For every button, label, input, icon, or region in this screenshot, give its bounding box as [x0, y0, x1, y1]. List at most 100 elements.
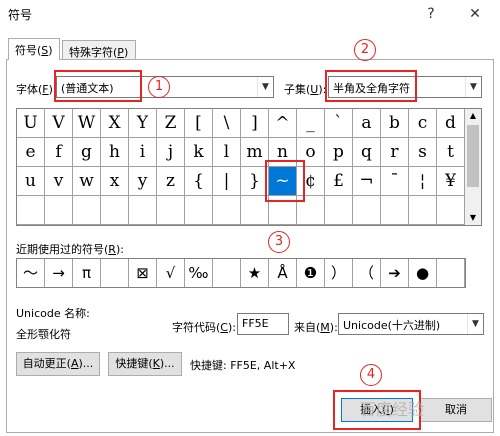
recent-symbol-cell[interactable]: ➔ — [381, 259, 409, 287]
symbol-cell[interactable]: £ — [325, 167, 353, 196]
symbol-cell[interactable]: [ — [185, 109, 213, 138]
close-icon[interactable]: ✕ — [464, 4, 486, 24]
symbol-cell[interactable]: a — [353, 109, 381, 138]
recent-symbol-cell[interactable]: ★ — [241, 259, 269, 287]
scroll-thumb[interactable] — [467, 125, 479, 187]
symbol-cell[interactable]: | — [213, 167, 241, 196]
annotation-box-selected — [265, 160, 305, 202]
symbol-cell[interactable]: V — [45, 109, 73, 138]
symbol-cell[interactable]: g — [73, 138, 101, 167]
annotation-circle-3: 3 — [268, 231, 290, 253]
from-label: 来自(M): — [294, 321, 338, 334]
recent-symbol-cell[interactable]: ） — [325, 259, 353, 287]
annotation-circle-1: 1 — [148, 76, 170, 98]
recent-symbols-row[interactable]: 〜 → π ⊠ √ ‰ ★ Å ❶）（➔ ● — [16, 258, 466, 288]
symbol-cell[interactable]: f — [45, 138, 73, 167]
recent-symbol-cell[interactable]: π — [73, 259, 101, 287]
symbol-cell[interactable]: ¥ — [437, 167, 465, 196]
symbol-cell[interactable]: X — [101, 109, 129, 138]
from-select-value: Unicode(十六进制) — [343, 319, 441, 332]
scroll-down-icon[interactable]: ▼ — [465, 211, 481, 225]
recent-symbol-cell[interactable]: ❶ — [297, 259, 325, 287]
recent-symbol-cell[interactable]: → — [45, 259, 73, 287]
symbol-cell[interactable]: c — [409, 109, 437, 138]
symbol-cell[interactable]: i — [129, 138, 157, 167]
recent-symbol-cell[interactable]: ‰ — [185, 259, 213, 287]
symbol-cell[interactable] — [17, 196, 45, 225]
chevron-down-icon[interactable]: ▼ — [465, 77, 481, 97]
symbol-grid[interactable]: U V W X Y Z[\] ^ _ ` a b c d e f g h i j k l m n o p q r s t u v w x y z{|… — [16, 108, 465, 226]
symbol-cell[interactable]: ¯ — [381, 167, 409, 196]
symbol-cell[interactable]: y — [129, 167, 157, 196]
cancel-button[interactable]: 取消 — [420, 398, 492, 422]
symbol-cell[interactable]: k — [185, 138, 213, 167]
symbol-cell[interactable]: ] — [241, 109, 269, 138]
chevron-down-icon[interactable]: ▼ — [467, 314, 483, 334]
recent-symbol-cell[interactable] — [101, 259, 129, 287]
symbol-cell[interactable]: r — [381, 138, 409, 167]
charcode-input[interactable]: FF5E — [237, 313, 289, 335]
symbol-cell[interactable]: Y — [129, 109, 157, 138]
symbol-cell[interactable] — [409, 196, 437, 225]
symbol-cell[interactable]: ^ — [269, 109, 297, 138]
symbol-cell[interactable]: \ — [213, 109, 241, 138]
symbol-cell[interactable]: v — [45, 167, 73, 196]
symbol-cell[interactable] — [353, 196, 381, 225]
help-button[interactable]: ? — [420, 4, 442, 24]
symbol-cell[interactable]: b — [381, 109, 409, 138]
symbol-cell[interactable]: j — [157, 138, 185, 167]
symbol-cell[interactable]: x — [101, 167, 129, 196]
symbol-cell[interactable]: w — [73, 167, 101, 196]
recent-symbol-cell[interactable]: Å — [269, 259, 297, 287]
symbol-cell[interactable]: ¬ — [353, 167, 381, 196]
symbol-cell[interactable]: ¦ — [409, 167, 437, 196]
symbol-cell[interactable] — [129, 196, 157, 225]
symbol-cell[interactable] — [325, 196, 353, 225]
tab-symbols[interactable]: 符号(S) — [8, 38, 60, 60]
symbol-cell[interactable]: t — [437, 138, 465, 167]
symbol-cell[interactable]: U — [17, 109, 45, 138]
recent-symbol-cell[interactable]: √ — [157, 259, 185, 287]
chevron-down-icon[interactable]: ▼ — [257, 77, 273, 97]
symbol-cell[interactable] — [213, 196, 241, 225]
subset-label: 子集(U): — [284, 83, 327, 96]
title-bar: 符号 ? ✕ — [0, 0, 500, 28]
annotation-box-1 — [54, 70, 142, 102]
symbol-cell[interactable]: _ — [297, 109, 325, 138]
recent-symbol-cell[interactable] — [437, 259, 465, 287]
recent-symbol-cell[interactable]: 〜 — [17, 259, 45, 287]
tab-special-characters[interactable]: 特殊字符(P) — [62, 40, 136, 60]
symbol-cell[interactable] — [185, 196, 213, 225]
grid-scrollbar[interactable]: ▲ ▼ — [465, 108, 482, 226]
symbol-cell[interactable]: ` — [325, 109, 353, 138]
symbol-cell[interactable]: s — [409, 138, 437, 167]
symbol-cell[interactable]: d — [437, 109, 465, 138]
symbol-cell[interactable]: h — [101, 138, 129, 167]
symbol-cell[interactable] — [157, 196, 185, 225]
symbol-cell[interactable]: Z — [157, 109, 185, 138]
symbol-cell[interactable]: e — [17, 138, 45, 167]
symbol-cell[interactable]: p — [325, 138, 353, 167]
recent-symbol-cell[interactable]: ⊠ — [129, 259, 157, 287]
shortcut-key-button[interactable]: 快捷键(K)... — [108, 352, 182, 376]
symbol-cell[interactable] — [381, 196, 409, 225]
symbol-cell[interactable] — [437, 196, 465, 225]
symbol-cell[interactable]: { — [185, 167, 213, 196]
symbol-cell[interactable]: z — [157, 167, 185, 196]
symbol-cell[interactable] — [101, 196, 129, 225]
symbol-cell[interactable]: u — [17, 167, 45, 196]
recent-symbol-cell[interactable]: ● — [409, 259, 437, 287]
from-select[interactable]: Unicode(十六进制) ▼ — [338, 313, 484, 335]
autocorrect-button[interactable]: 自动更正(A)... — [16, 352, 100, 376]
window-title: 符号 — [8, 8, 33, 22]
symbol-cell[interactable] — [45, 196, 73, 225]
scroll-up-icon[interactable]: ▲ — [465, 109, 481, 123]
symbol-cell[interactable]: q — [353, 138, 381, 167]
symbol-cell[interactable]: l — [213, 138, 241, 167]
symbol-cell[interactable] — [73, 196, 101, 225]
unicode-name-value: 全形颚化符 — [16, 328, 71, 341]
recent-symbol-cell[interactable] — [213, 259, 241, 287]
recent-symbol-cell[interactable]: （ — [353, 259, 381, 287]
annotation-box-2 — [325, 70, 417, 102]
symbol-cell[interactable]: W — [73, 109, 101, 138]
